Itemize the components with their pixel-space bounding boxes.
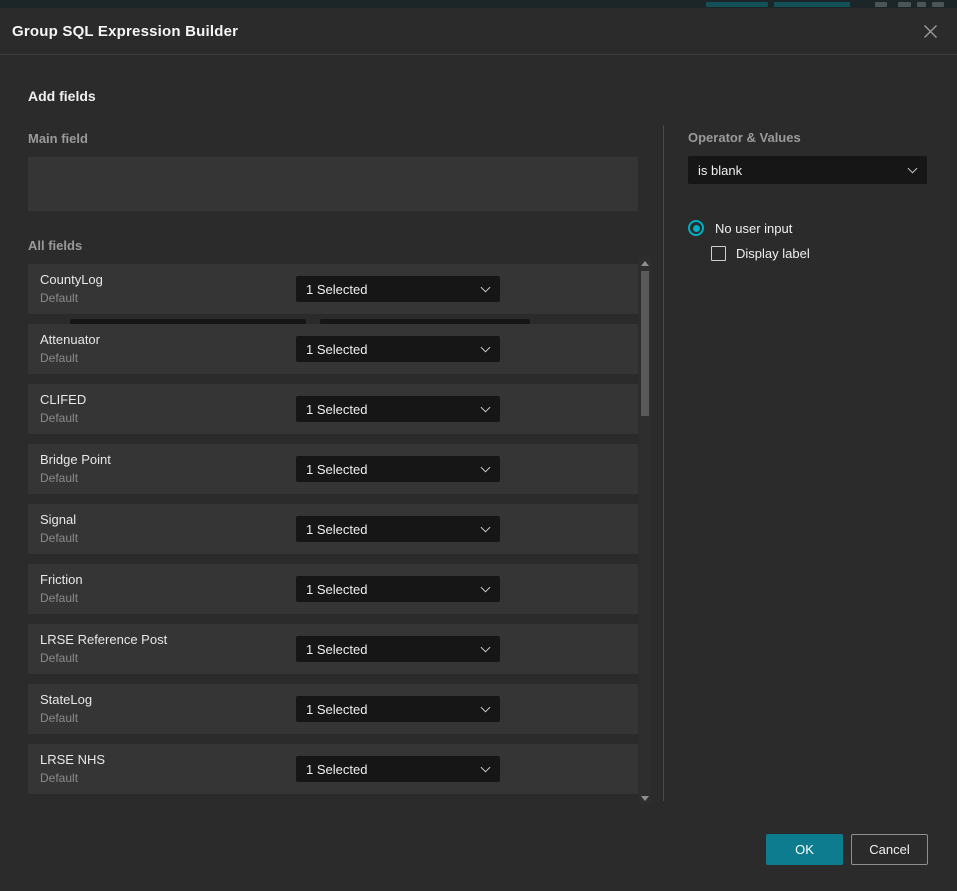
- background-fragment: [875, 2, 887, 7]
- field-subtype: Default: [40, 651, 78, 665]
- chevron-down-icon: [481, 643, 491, 653]
- field-name: Attenuator: [40, 332, 100, 347]
- all-fields-list: CountyLog Default 1 Selected Attenuator …: [28, 264, 638, 804]
- scrollbar-thumb[interactable]: [641, 271, 649, 416]
- field-name: LRSE Reference Post: [40, 632, 167, 647]
- field-subtype: Default: [40, 531, 78, 545]
- background-fragment: [932, 2, 944, 7]
- field-row: Signal Default 1 Selected: [28, 504, 638, 554]
- field-selection-dropdown[interactable]: 1 Selected: [296, 336, 500, 362]
- chevron-down-icon: [481, 523, 491, 533]
- field-row: Attenuator Default 1 Selected: [28, 324, 638, 374]
- operator-dropdown[interactable]: is blank: [688, 156, 927, 184]
- panel-divider: [663, 125, 664, 801]
- field-row: CLIFED Default 1 Selected: [28, 384, 638, 434]
- dropdown-label: 1 Selected: [306, 702, 367, 717]
- field-selection-dropdown[interactable]: 1 Selected: [296, 396, 500, 422]
- screen: Group SQL Expression Builder Add fields …: [0, 0, 957, 891]
- field-row: Friction Default 1 Selected: [28, 564, 638, 614]
- field-selection-dropdown[interactable]: 1 Selected: [296, 576, 500, 602]
- dropdown-label: 1 Selected: [306, 642, 367, 657]
- field-row: LRSE Reference Post Default 1 Selected: [28, 624, 638, 674]
- field-name: StateLog: [40, 692, 92, 707]
- field-selection-dropdown[interactable]: 1 Selected: [296, 456, 500, 482]
- field-row: StateLog Default 1 Selected: [28, 684, 638, 734]
- field-row: CountyLog Default 1 Selected: [28, 264, 638, 314]
- chevron-down-icon: [481, 463, 491, 473]
- dropdown-label: is blank: [698, 163, 742, 178]
- all-fields-label: All fields: [28, 238, 82, 253]
- chevron-down-icon: [908, 164, 918, 174]
- field-subtype: Default: [40, 291, 78, 305]
- field-subtype: Default: [40, 411, 78, 425]
- group-sql-expression-builder-dialog: Group SQL Expression Builder Add fields …: [0, 8, 957, 891]
- dropdown-label: 1 Selected: [306, 402, 367, 417]
- ok-button[interactable]: OK: [766, 834, 843, 865]
- field-name: LRSE NHS: [40, 752, 105, 767]
- field-subtype: Default: [40, 771, 78, 785]
- operator-values-heading: Operator & Values: [688, 130, 801, 145]
- field-subtype: Default: [40, 591, 78, 605]
- add-fields-heading: Add fields: [28, 88, 96, 104]
- background-app-strip: [0, 0, 957, 8]
- main-field-label: Main field: [28, 131, 88, 146]
- chevron-down-icon: [481, 343, 491, 353]
- chevron-down-icon: [481, 583, 491, 593]
- chevron-down-icon: [481, 403, 491, 413]
- dialog-header: Group SQL Expression Builder: [0, 8, 957, 55]
- field-subtype: Default: [40, 351, 78, 365]
- display-label-checkbox[interactable]: Display label: [711, 246, 810, 261]
- field-selection-dropdown[interactable]: 1 Selected: [296, 636, 500, 662]
- scroll-up-icon[interactable]: [641, 261, 649, 266]
- field-row: LRSE NHS Default 1 Selected: [28, 744, 638, 794]
- dropdown-label: 1 Selected: [306, 342, 367, 357]
- scrollbar[interactable]: [639, 258, 651, 804]
- field-name: CountyLog: [40, 272, 103, 287]
- scroll-down-icon[interactable]: [641, 796, 649, 801]
- close-icon: [923, 24, 938, 39]
- radio-label: No user input: [715, 221, 792, 236]
- field-name: Signal: [40, 512, 76, 527]
- dialog-title: Group SQL Expression Builder: [0, 23, 238, 40]
- main-field-panel: CountyLog | Default From Date: [28, 157, 638, 211]
- dropdown-label: 1 Selected: [306, 282, 367, 297]
- close-button[interactable]: [917, 18, 943, 44]
- checkbox-label: Display label: [736, 246, 810, 261]
- field-name: Bridge Point: [40, 452, 111, 467]
- chevron-down-icon: [481, 763, 491, 773]
- radio-icon: [688, 220, 704, 236]
- background-fragment: [774, 2, 850, 7]
- dropdown-label: 1 Selected: [306, 762, 367, 777]
- field-selection-dropdown[interactable]: 1 Selected: [296, 756, 500, 782]
- chevron-down-icon: [481, 283, 491, 293]
- dropdown-label: 1 Selected: [306, 462, 367, 477]
- field-name: Friction: [40, 572, 83, 587]
- field-selection-dropdown[interactable]: 1 Selected: [296, 516, 500, 542]
- cancel-button[interactable]: Cancel: [851, 834, 928, 865]
- background-fragment: [706, 2, 768, 7]
- background-fragment: [898, 2, 911, 7]
- checkbox-icon: [711, 246, 726, 261]
- field-subtype: Default: [40, 471, 78, 485]
- dropdown-label: 1 Selected: [306, 522, 367, 537]
- background-fragment: [917, 2, 926, 7]
- chevron-down-icon: [481, 703, 491, 713]
- field-name: CLIFED: [40, 392, 86, 407]
- field-row: Bridge Point Default 1 Selected: [28, 444, 638, 494]
- field-selection-dropdown[interactable]: 1 Selected: [296, 276, 500, 302]
- field-subtype: Default: [40, 711, 78, 725]
- dropdown-label: 1 Selected: [306, 582, 367, 597]
- no-user-input-radio[interactable]: No user input: [688, 220, 792, 236]
- field-selection-dropdown[interactable]: 1 Selected: [296, 696, 500, 722]
